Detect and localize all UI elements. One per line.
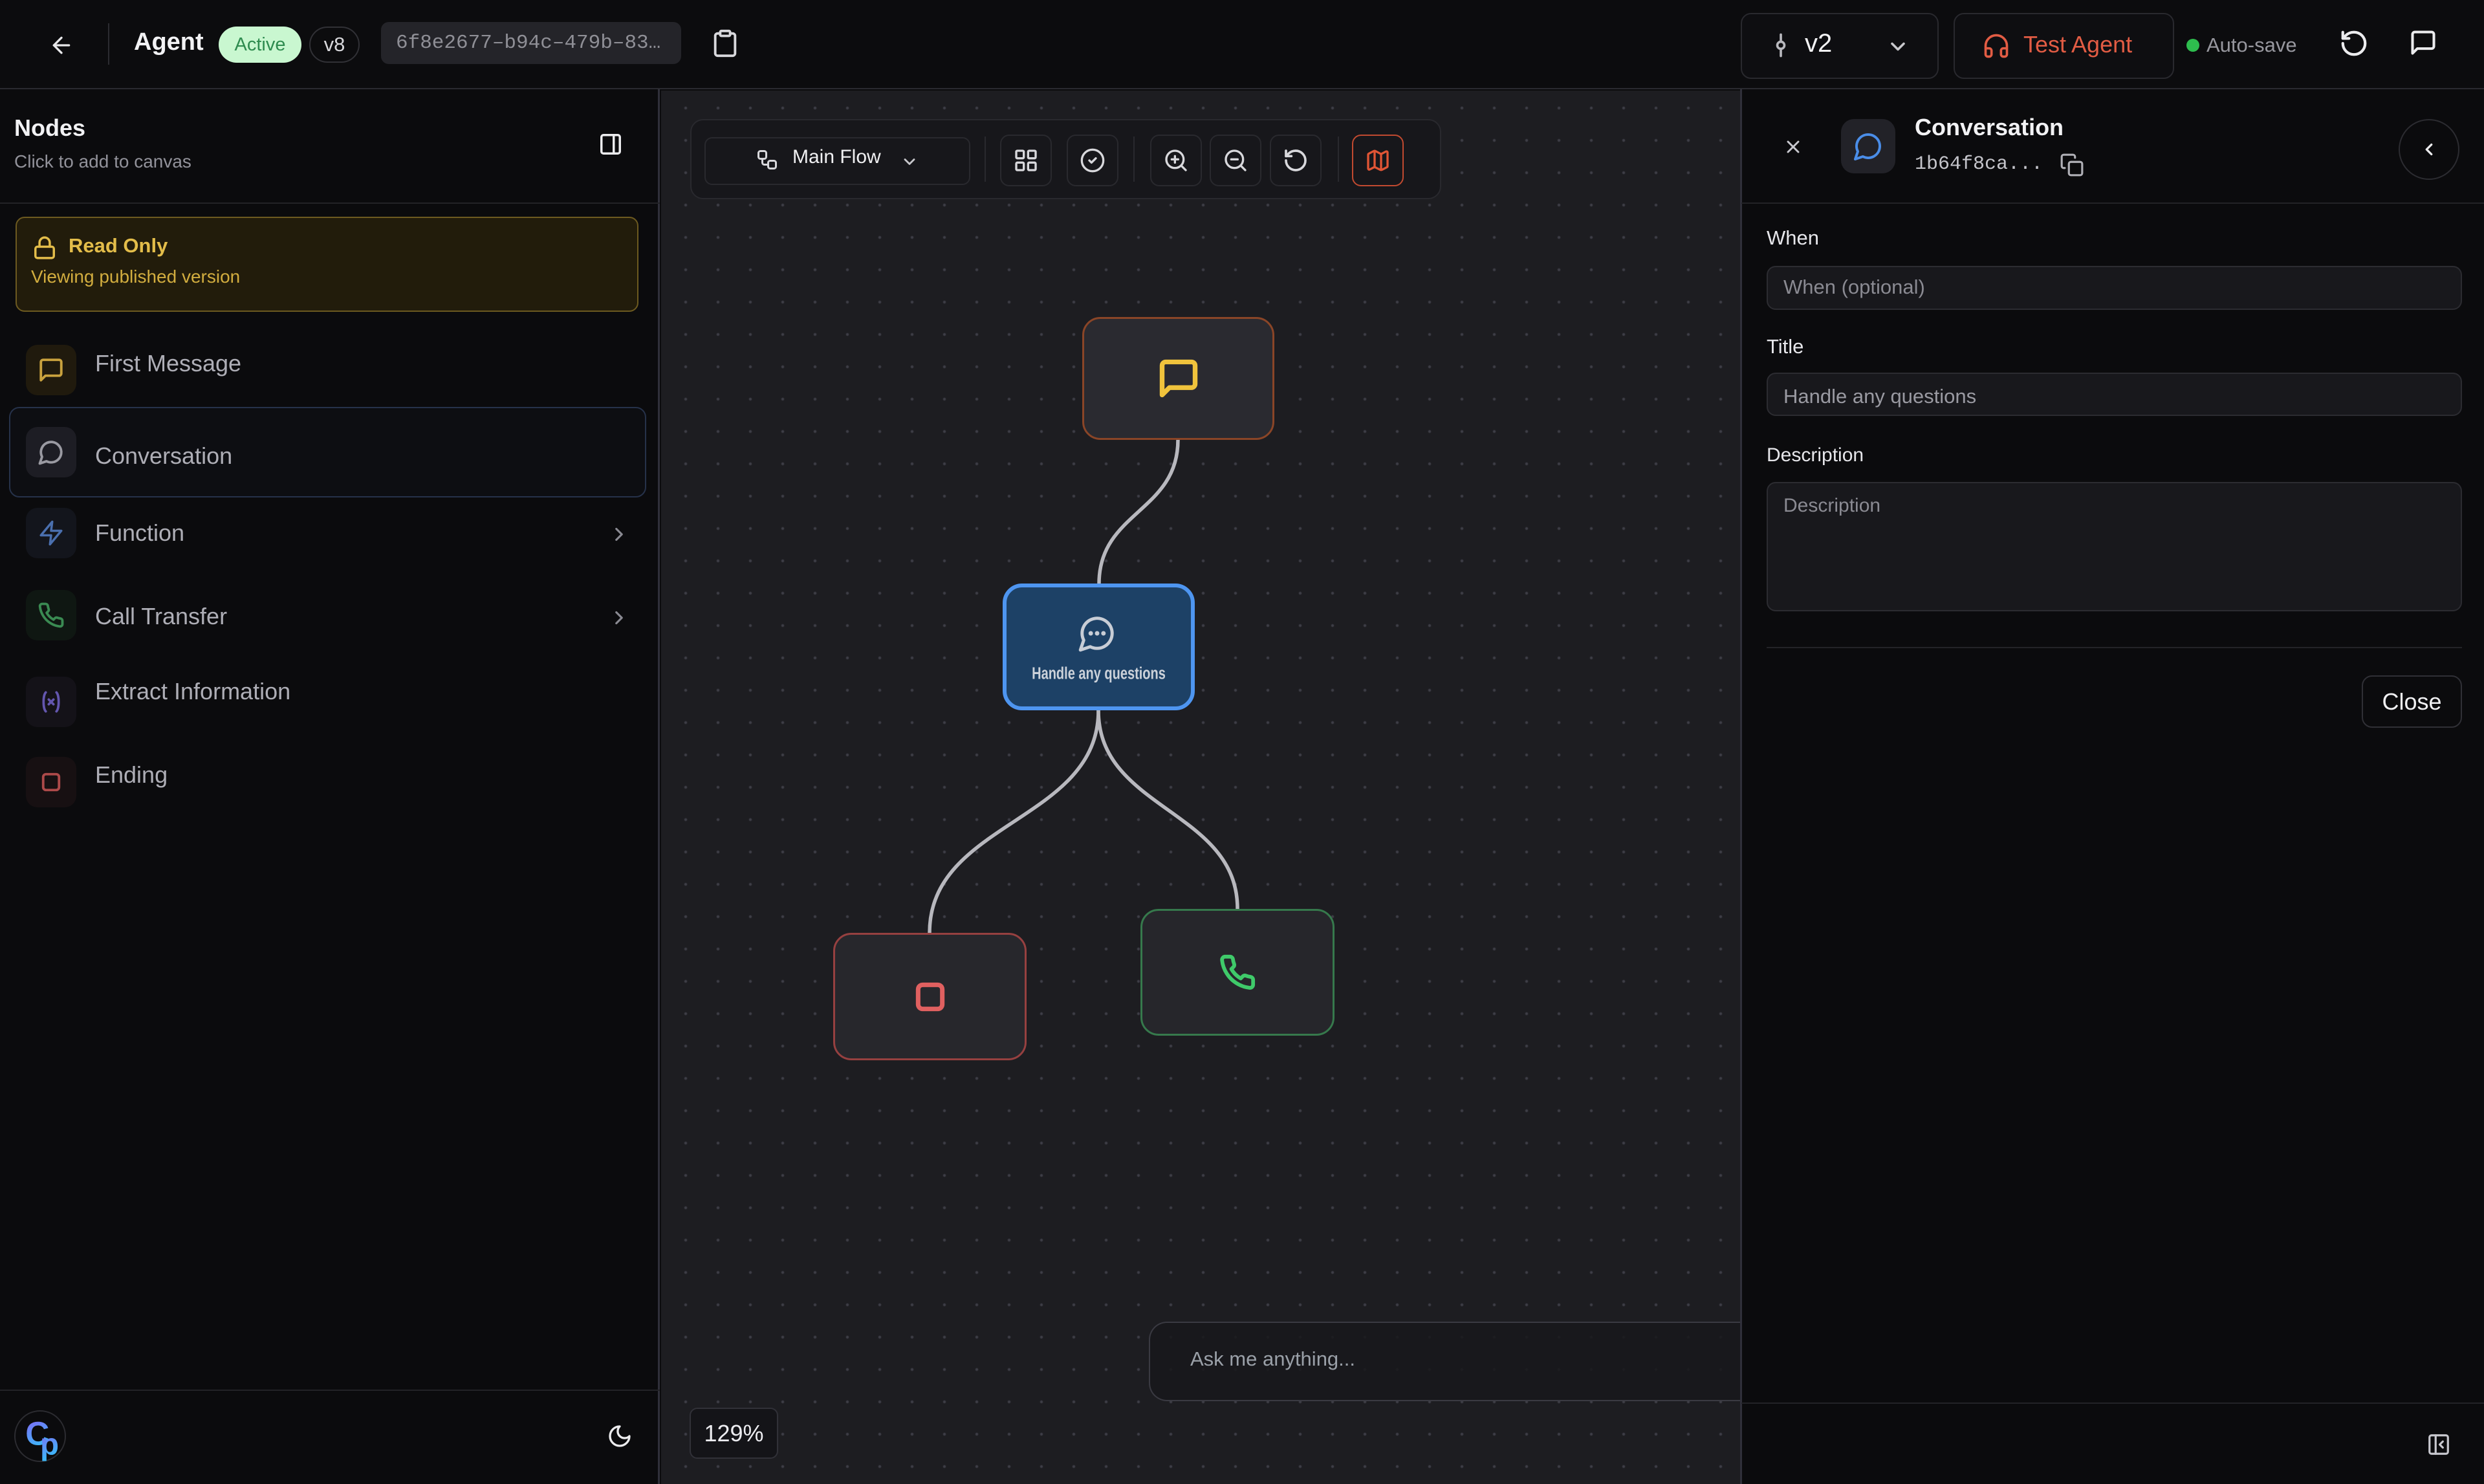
svg-text:p: p xyxy=(40,1428,59,1462)
